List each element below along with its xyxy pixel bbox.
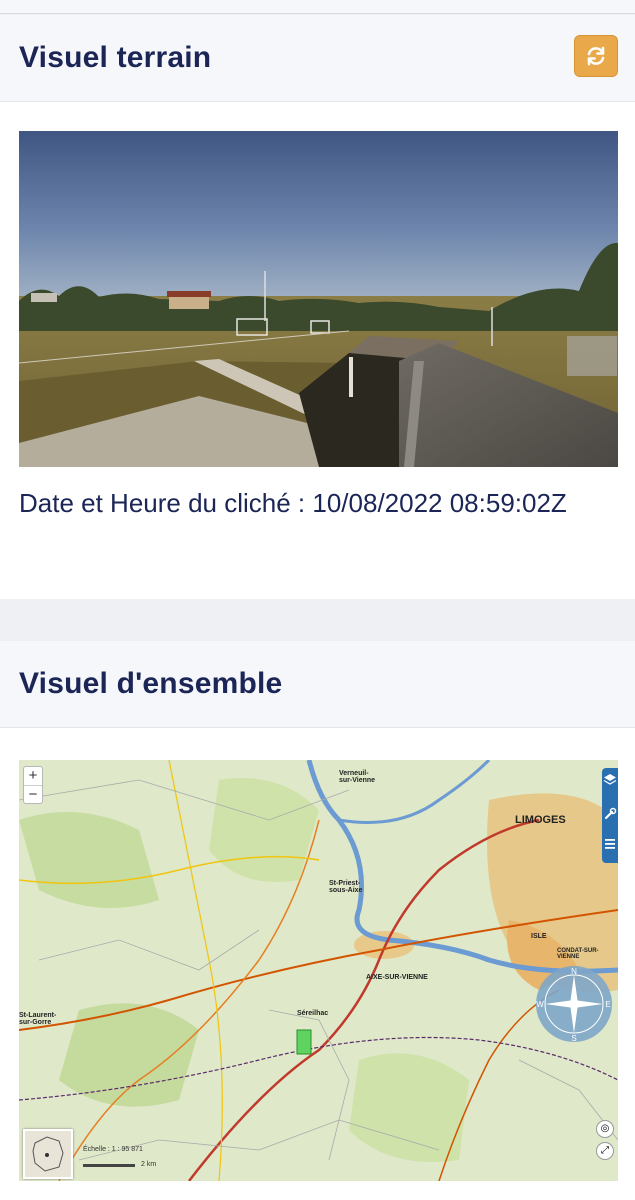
compass-e: E (605, 1000, 610, 1009)
compass-w: W (536, 1000, 544, 1009)
layers-icon[interactable] (602, 772, 618, 788)
fullscreen-icon[interactable]: ⤢ (596, 1142, 614, 1160)
top-strip (0, 0, 635, 14)
card-visuel-terrain: Visuel terrain Date et Heure du cliché:… (0, 15, 635, 599)
card-visuel-ensemble: Visuel d'ensemble LIMOGES AIXE-SUR-VIENN… (0, 641, 635, 1200)
photo-timestamp: Date et Heure du cliché : 10/08/2022 08:… (19, 488, 567, 518)
map-scale-text: Échelle : 1 : 95 871 (83, 1146, 143, 1153)
map-label-st-laurent: St-Laurent-sur-Gorre (19, 1012, 57, 1026)
compass-n: N (571, 967, 577, 976)
topographic-map[interactable]: LIMOGES AIXE-SUR-VIENNE St-Laurent-sur-G… (19, 760, 618, 1181)
map-scale-label: 2 km (141, 1161, 157, 1168)
zoom-control: + − (23, 766, 43, 804)
map-label-st-priest: St-Priest-sous-Aixe (329, 880, 363, 894)
map-label-sereilhac: Séreilhac (297, 1010, 329, 1017)
card-header: Visuel terrain (0, 15, 635, 102)
overview-minimap[interactable] (23, 1129, 73, 1179)
map-label-limoges: LIMOGES (515, 814, 566, 826)
card-header: Visuel d'ensemble (0, 641, 635, 728)
map-label-verneuil: Verneuil-sur-Vienne (339, 770, 376, 784)
map-scale-bar (83, 1164, 135, 1167)
section-title: Visuel d'ensemble (19, 667, 283, 700)
france-outline-icon (32, 1136, 64, 1172)
section-title: Visuel terrain (19, 41, 212, 74)
list-icon[interactable] (602, 836, 618, 852)
compass-s: S (571, 1034, 576, 1043)
refresh-button[interactable] (574, 35, 618, 77)
map-tools-bar (602, 768, 618, 863)
map-label-aixe: AIXE-SUR-VIENNE (366, 974, 428, 981)
map-label-isle: ISLE (531, 933, 547, 940)
refresh-icon (587, 46, 605, 66)
map-label-condat: CONDAT-SUR-VIENNE (557, 948, 599, 960)
zoom-in-button[interactable]: + (24, 767, 42, 785)
locate-icon[interactable]: ◎ (596, 1120, 614, 1138)
field-webcam-image (19, 131, 618, 467)
compass-icon[interactable]: N S E W (535, 965, 613, 1043)
zoom-out-button[interactable]: − (24, 785, 42, 804)
wrench-icon[interactable] (602, 806, 618, 822)
map-side-icons: ◎ ⤢ (596, 1120, 614, 1164)
